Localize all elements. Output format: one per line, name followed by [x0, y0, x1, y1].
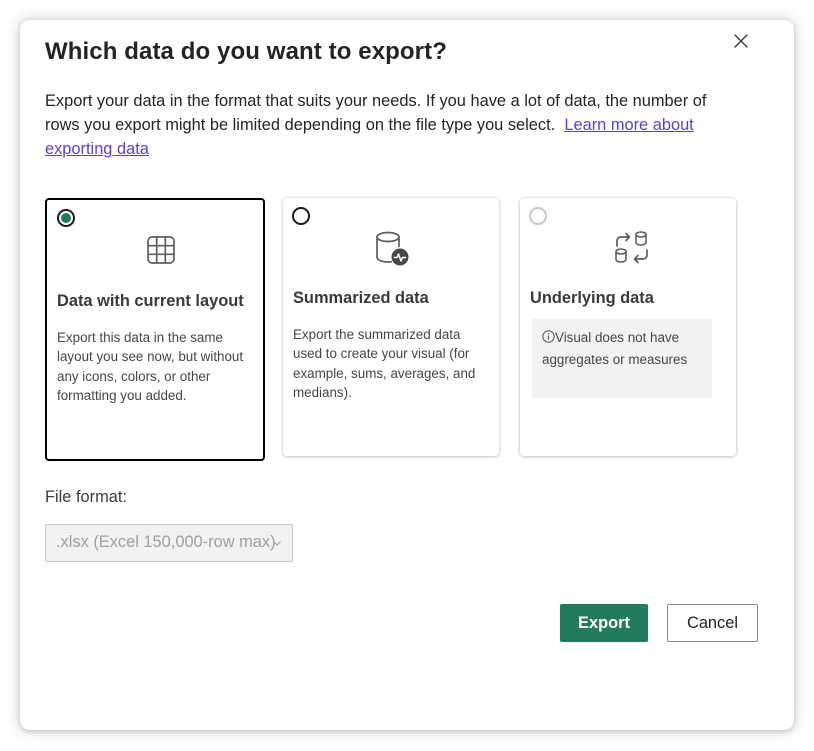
radio-current-layout[interactable]	[57, 209, 75, 227]
option-description: Export this data in the same layout you …	[57, 330, 244, 404]
cancel-button[interactable]: Cancel	[667, 604, 758, 642]
dialog-title: Which data do you want to export?	[45, 38, 447, 65]
export-button[interactable]: Export	[560, 604, 648, 642]
dialog-description: Export your data in the format that suit…	[45, 89, 745, 161]
close-button[interactable]	[731, 31, 751, 51]
option-title: Summarized data	[293, 289, 429, 307]
chevron-down-icon	[273, 541, 281, 546]
info-icon	[542, 330, 555, 343]
file-format-select[interactable]: .xlsx (Excel 150,000-row max)	[45, 524, 293, 562]
info-message: Visual does not have aggregates or measu…	[532, 319, 712, 398]
file-format-value: .xlsx (Excel 150,000-row max)	[56, 533, 276, 551]
radio-summarized[interactable]	[292, 207, 310, 225]
option-title: Underlying data	[530, 289, 654, 307]
export-data-dialog: Which data do you want to export? Export…	[20, 20, 794, 730]
close-icon	[734, 34, 748, 48]
database-pulse-icon	[376, 231, 409, 266]
info-text: Visual does not have aggregates or measu…	[542, 330, 688, 367]
option-description: Export the summarized data used to creat…	[293, 327, 476, 401]
table-grid-icon	[147, 236, 175, 264]
option-card-current-layout[interactable]: Data with current layout Export this dat…	[45, 198, 265, 461]
option-card-underlying: Underlying data Visual does not have agg…	[520, 198, 736, 456]
file-format-label: File format:	[45, 488, 127, 506]
option-title: Data with current layout	[57, 292, 244, 310]
radio-underlying	[529, 207, 547, 225]
option-card-summarized[interactable]: Summarized data Export the summarized da…	[283, 198, 499, 456]
radio-selected-dot	[61, 213, 71, 223]
data-transfer-icon	[615, 231, 648, 264]
